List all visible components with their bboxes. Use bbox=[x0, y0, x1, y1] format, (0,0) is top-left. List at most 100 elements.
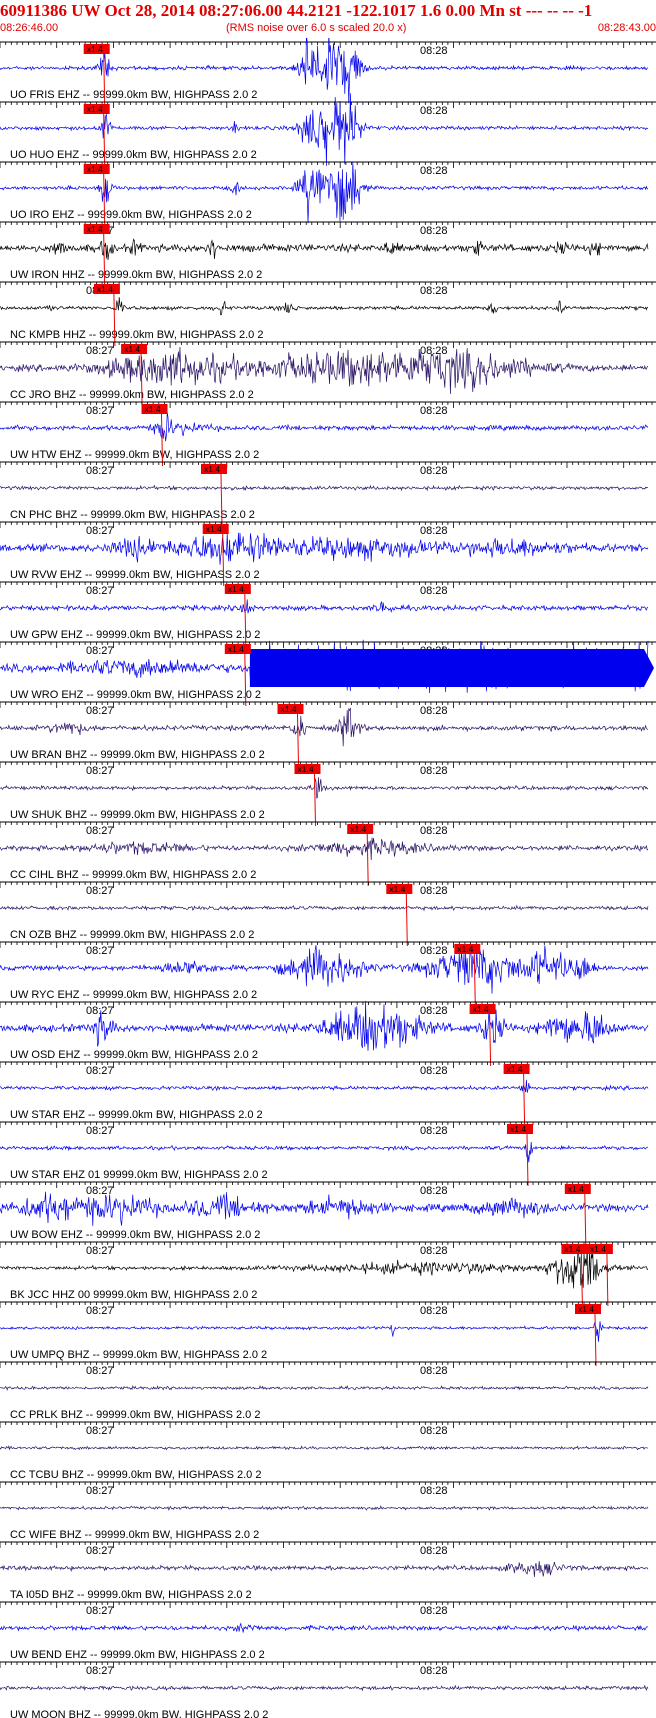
minute-tick-label: 08:27 bbox=[86, 765, 114, 777]
station-label: UW MOON BHZ -- 99999.0km BW, HIGHPASS 2.… bbox=[10, 1709, 268, 1718]
station-label: NC KMPB HHZ -- 99999.0km BW, HIGHPASS 2.… bbox=[10, 329, 263, 341]
minute-tick-label: 08:28 bbox=[420, 1485, 448, 1497]
waveform-trace bbox=[0, 297, 649, 316]
station-label: UW BRAN BHZ -- 99999.0km BW, HIGHPASS 2.… bbox=[10, 749, 265, 761]
plot-header: 60911386 UW Oct 28, 2014 08:27:06.00 44.… bbox=[0, 0, 656, 38]
minute-tick-label: 08:28 bbox=[420, 1605, 448, 1617]
minute-tick-label: 08:28 bbox=[420, 765, 448, 777]
minute-tick-label: 08:28 bbox=[420, 1425, 448, 1437]
minute-tick-label: 08:28 bbox=[420, 1665, 448, 1677]
minute-tick-label: 08:28 bbox=[420, 1005, 448, 1017]
station-label: CN PHC BHZ -- 99999.0km BW, HIGHPASS 2.0… bbox=[10, 509, 255, 521]
minute-tick-label: 08:27 bbox=[86, 1545, 114, 1557]
start-time: 08:26:46.00 bbox=[0, 22, 59, 34]
station-label: UW RYC EHZ -- 99999.0km BW, HIGHPASS 2.0… bbox=[10, 989, 257, 1001]
station-label: UW IRON HHZ -- 99999.0km BW, HIGHPASS 2.… bbox=[10, 269, 262, 281]
minute-tick-label: 08:28 bbox=[420, 585, 448, 597]
pick-marker-line bbox=[606, 1253, 609, 1307]
minute-tick-label: 08:28 bbox=[420, 105, 448, 117]
minute-tick-label: 08:27 bbox=[86, 705, 114, 717]
station-label: UO IRO EHZ -- 99999.0km BW, HIGHPASS 2.0… bbox=[10, 209, 252, 221]
event-title: 60911386 UW Oct 28, 2014 08:27:06.00 44.… bbox=[0, 1, 593, 20]
minute-tick-label: 08:27 bbox=[86, 1665, 114, 1677]
waveform-trace bbox=[0, 1684, 649, 1692]
pick-marker-label: x1.4 bbox=[228, 584, 244, 594]
minute-tick-label: 08:28 bbox=[420, 945, 448, 957]
minute-tick-label: 08:27 bbox=[86, 1065, 114, 1077]
pick-marker-label: x1.4 bbox=[350, 824, 366, 834]
pick-marker-label: x1.4 bbox=[87, 164, 103, 174]
minute-tick-label: 08:28 bbox=[420, 165, 448, 177]
minute-tick-label: 08:27 bbox=[86, 345, 114, 357]
station-label: CC JRO BHZ -- 99999.0km BW, HIGHPASS 2.0… bbox=[10, 389, 254, 401]
minute-tick-label: 08:27 bbox=[86, 1125, 114, 1137]
waveform-trace bbox=[0, 1445, 649, 1451]
minute-tick-label: 08:28 bbox=[420, 1185, 448, 1197]
minute-tick-label: 08:28 bbox=[420, 405, 448, 417]
saturated-signal-block bbox=[249, 649, 644, 687]
pick-marker-line bbox=[584, 1193, 587, 1247]
minute-tick-label: 08:27 bbox=[86, 645, 114, 657]
waveform-trace bbox=[0, 1384, 649, 1391]
pick-marker-label: x1.4 bbox=[281, 704, 297, 714]
waveform-trace bbox=[0, 1141, 649, 1163]
minute-tick-label: 08:27 bbox=[86, 825, 114, 837]
pick-marker-label: x1.4 bbox=[87, 44, 103, 54]
minute-tick-label: 08:27 bbox=[86, 465, 114, 477]
minute-tick-label: 08:27 bbox=[86, 585, 114, 597]
pick-marker-label: x1.4 bbox=[124, 344, 140, 354]
station-label: CC TCBU BHZ -- 99999.0km BW, HIGHPASS 2.… bbox=[10, 1469, 261, 1481]
station-label: CC CIHL BHZ -- 99999.0km BW, HIGHPASS 2.… bbox=[10, 869, 256, 881]
minute-tick-label: 08:28 bbox=[420, 1125, 448, 1137]
waveform-trace bbox=[0, 1505, 649, 1511]
rms-note: (RMS noise over 6.0 s scaled 20.0 x) bbox=[226, 22, 407, 34]
station-label: UW STAR EHZ -- 99999.0km BW, HIGHPASS 2.… bbox=[10, 1109, 263, 1121]
end-time: 08:28:43.00 bbox=[597, 22, 656, 34]
station-label: UW SHUK BHZ -- 99999.0km BW, HIGHPASS 2.… bbox=[10, 809, 265, 821]
minute-tick-label: 08:27 bbox=[86, 1365, 114, 1377]
pick-marker-label: x1.4 bbox=[578, 1304, 594, 1314]
waveform-trace bbox=[0, 777, 649, 799]
waveform-trace bbox=[0, 238, 649, 261]
minute-tick-label: 08:28 bbox=[420, 1545, 448, 1557]
waveform-trace bbox=[0, 1561, 649, 1578]
pick-marker-label: x1.4 bbox=[206, 524, 222, 534]
minute-tick-label: 08:28 bbox=[420, 885, 448, 897]
minute-tick-label: 08:27 bbox=[86, 525, 114, 537]
minute-tick-label: 08:27 bbox=[86, 1305, 114, 1317]
station-label: UW GPW EHZ -- 99999.0km BW, HIGHPASS 2.0… bbox=[10, 629, 260, 641]
pick-marker-line bbox=[489, 1013, 492, 1067]
waveform-trace bbox=[0, 1622, 649, 1633]
waveform-trace bbox=[0, 599, 649, 614]
station-label: CC WIFE BHZ -- 99999.0km BW, HIGHPASS 2.… bbox=[10, 1529, 259, 1541]
seismogram-plot: 08:208:28UO FRIS EHZ -- 99999.0km BW, HI… bbox=[0, 38, 656, 1718]
station-label: UO HUO EHZ -- 99999.0km BW, HIGHPASS 2.0… bbox=[10, 149, 257, 161]
station-label: UO FRIS EHZ -- 99999.0km BW, HIGHPASS 2.… bbox=[10, 89, 257, 101]
station-label: BK JCC HHZ 00 99999.0km BW, HIGHPASS 2.0… bbox=[10, 1289, 257, 1301]
minute-tick-label: 08:27 bbox=[86, 1425, 114, 1437]
minute-tick-label: 08:28 bbox=[420, 345, 448, 357]
minute-tick-label: 08:27 bbox=[86, 1245, 114, 1257]
minute-tick-label: 08:27 bbox=[86, 945, 114, 957]
station-label: UW BEND EHZ -- 99999.0km BW, HIGHPASS 2.… bbox=[10, 1649, 265, 1661]
minute-tick-label: 08:27 bbox=[86, 405, 114, 417]
minute-tick-label: 08:28 bbox=[420, 225, 448, 237]
minute-tick-label: 08:28 bbox=[420, 45, 448, 57]
pick-marker-line bbox=[523, 1073, 526, 1127]
pick-marker-label: x1.4 bbox=[204, 464, 220, 474]
pick-marker-label: x1.4 bbox=[590, 1244, 606, 1254]
minute-tick-label: 08:28 bbox=[420, 525, 448, 537]
minute-tick-label: 08:28 bbox=[420, 1245, 448, 1257]
pick-marker-label: x1.4 bbox=[298, 764, 314, 774]
minute-tick-label: 08:27 bbox=[86, 885, 114, 897]
pick-marker-label: x1.4 bbox=[228, 644, 244, 654]
pick-marker-label: x1.4 bbox=[389, 884, 405, 894]
minute-tick-label: 08:28 bbox=[420, 825, 448, 837]
pick-marker-label: x1.4 bbox=[510, 1124, 526, 1134]
pick-marker-line bbox=[405, 893, 408, 947]
pick-marker-label: x1.4 bbox=[564, 1244, 580, 1254]
waveform-trace bbox=[0, 1321, 649, 1342]
minute-tick-label: 08:28 bbox=[420, 1365, 448, 1377]
pick-marker-line bbox=[473, 953, 476, 1007]
station-label: UW RVW EHZ -- 99999.0km BW, HIGHPASS 2.0… bbox=[10, 569, 260, 581]
